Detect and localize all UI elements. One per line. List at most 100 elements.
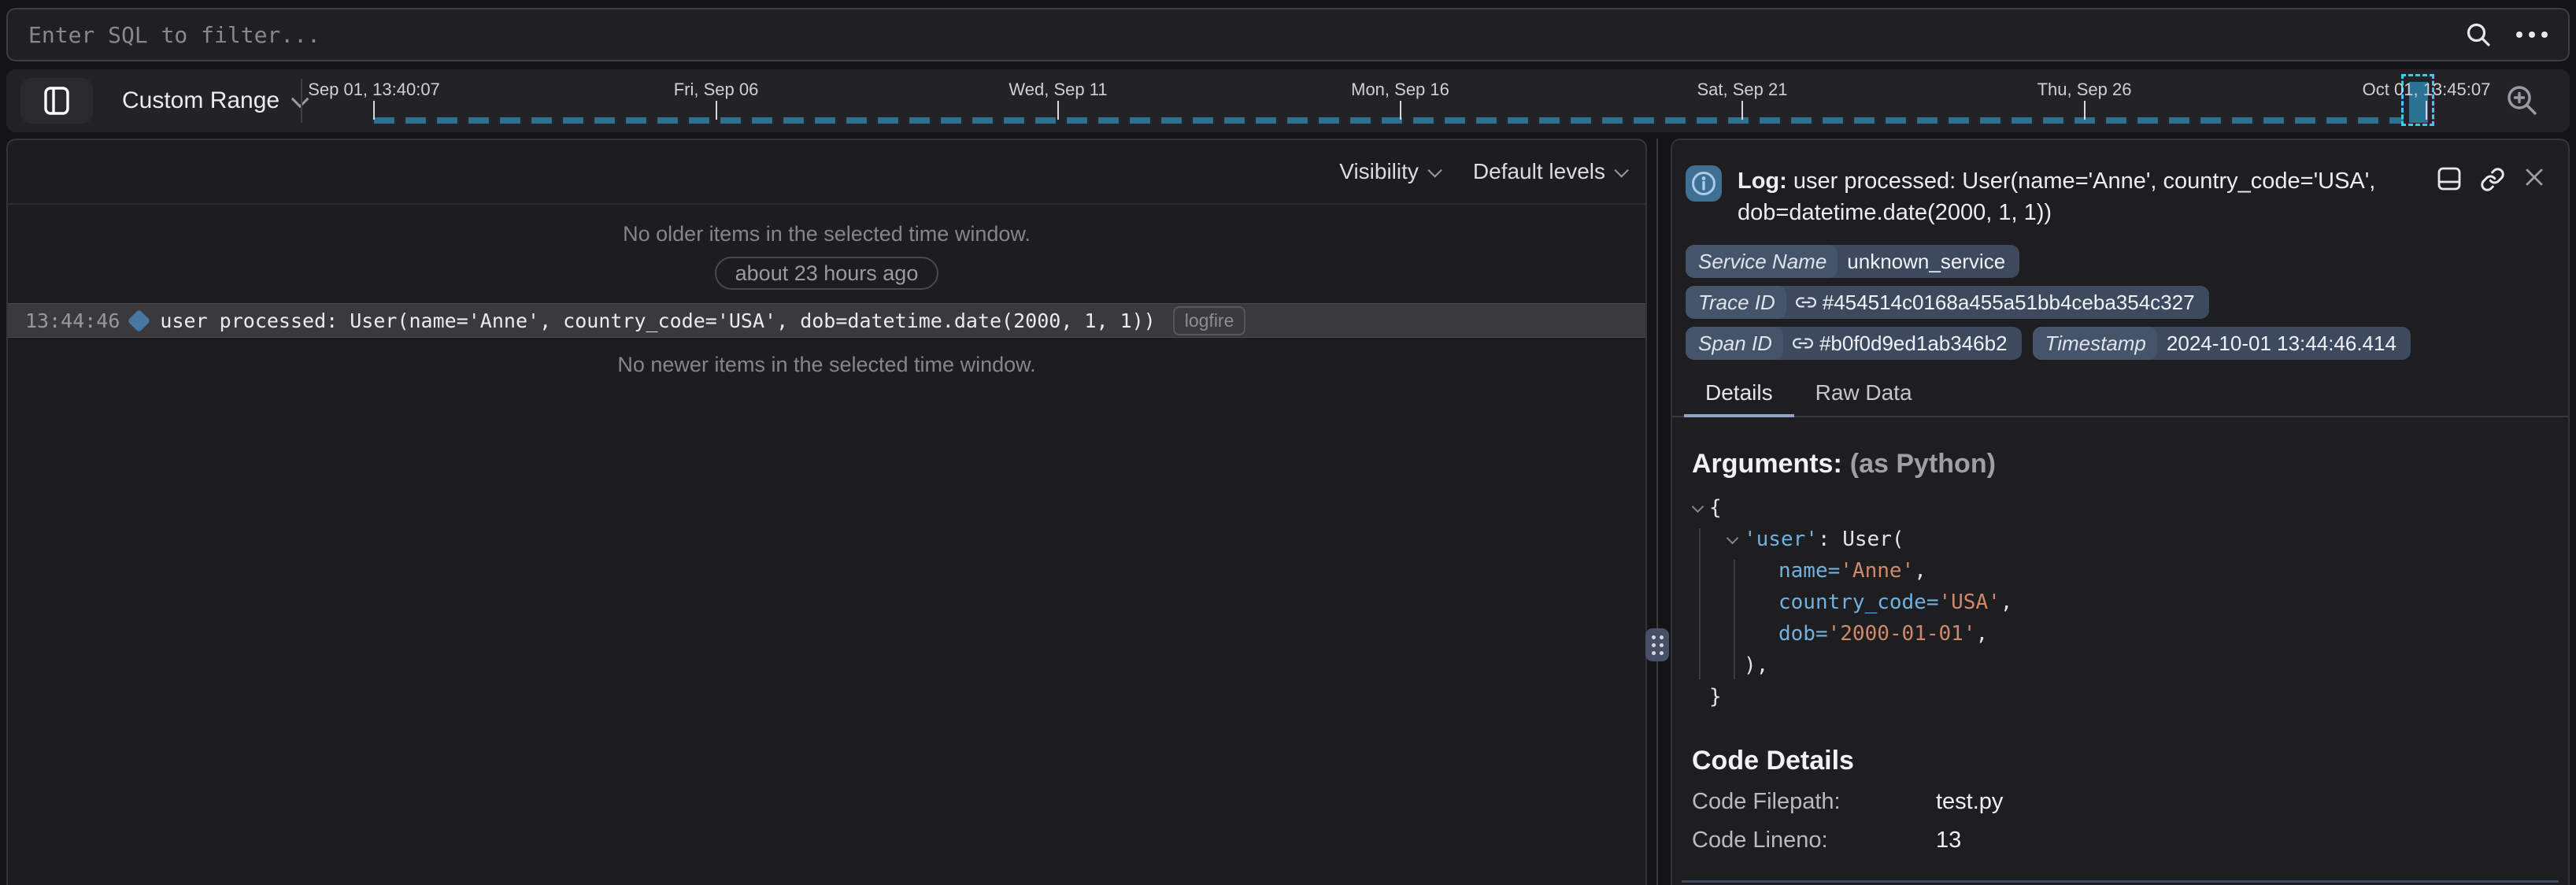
relative-time-badge: about 23 hours ago xyxy=(715,257,939,290)
metadata-badge: Timestamp 2024-10-01 13:44:46.414 xyxy=(2033,327,2411,360)
code-token: } xyxy=(1709,685,1722,709)
code-token: : User( xyxy=(1818,528,1904,551)
log-list-panel: Visibility Default levels No older items… xyxy=(6,139,1647,885)
log-level-diamond-icon xyxy=(128,309,151,332)
default-levels-dropdown[interactable]: Default levels xyxy=(1473,159,1625,184)
metadata-badge: Service Name unknown_service xyxy=(1686,245,2019,278)
code-token: 'Anne' xyxy=(1840,559,1914,583)
code-detail-row: Code Filepath:test.py xyxy=(1692,789,2545,815)
tab-raw-data[interactable]: Raw Data xyxy=(1794,373,1934,417)
search-icon[interactable] xyxy=(2464,20,2493,49)
section-divider xyxy=(1682,880,2559,883)
code-token: name= xyxy=(1778,559,1840,583)
default-levels-label: Default levels xyxy=(1473,159,1605,184)
detail-label: Code Filepath: xyxy=(1692,789,1936,815)
badge-label: Span ID xyxy=(1686,327,1783,360)
timeline-tick-label: Sep 01, 13:40:07 xyxy=(308,80,440,100)
timeline-tick-label: Thu, Sep 26 xyxy=(2037,80,2132,100)
timeline-tick-mark xyxy=(2426,101,2427,120)
split-view-icon[interactable] xyxy=(2437,167,2461,191)
arguments-heading: Arguments: (as Python) xyxy=(1692,449,2545,480)
timeline-histogram[interactable]: Sep 01, 13:40:07 Fri, Sep 06 Wed, Sep 11 Mo… xyxy=(6,69,2570,132)
panel-resize-handle[interactable] xyxy=(1645,628,1669,661)
code-token: { xyxy=(1709,496,1722,520)
code-token: , xyxy=(1975,622,1988,646)
metadata-badge[interactable]: Span ID #b0f0d9ed1ab346b2 xyxy=(1686,327,2022,360)
visibility-dropdown[interactable]: Visibility xyxy=(1339,159,1438,184)
visibility-label: Visibility xyxy=(1339,159,1419,184)
badge-value: #454514c0168a455a51bb4ceba354c327 xyxy=(1823,291,2195,315)
info-icon xyxy=(1686,165,1722,202)
chevron-down-icon xyxy=(1427,163,1442,177)
timeline-tick-label: Oct 01, 13:45:07 xyxy=(2363,80,2491,100)
log-timestamp: 13:44:46 xyxy=(25,309,120,332)
badge-value: unknown_service xyxy=(1847,250,2005,274)
code-line: country_code='USA', xyxy=(1692,587,2545,618)
timeline-tick-label: Fri, Sep 06 xyxy=(674,80,759,100)
code-detail-row: Code Lineno:13 xyxy=(1692,828,2545,854)
timeline-tick-label: Sat, Sep 21 xyxy=(1697,80,1788,100)
code-token: 'user' xyxy=(1744,528,1818,551)
arguments-heading-text: Arguments: xyxy=(1692,449,1842,479)
link-icon xyxy=(1793,333,1813,354)
collapse-chevron-icon[interactable] xyxy=(1727,532,1739,545)
timeline-tick-mark xyxy=(1400,101,1401,120)
arguments-as-python-label: (as Python) xyxy=(1850,449,1996,479)
code-line: name='Anne', xyxy=(1692,555,2545,587)
timeline-tick-mark xyxy=(1741,101,1743,120)
detail-value: test.py xyxy=(1936,789,2003,815)
sql-placeholder: Enter SQL to filter... xyxy=(28,22,2464,48)
log-message: user processed: User(name='Anne', countr… xyxy=(160,309,1155,332)
timeline-tick-mark xyxy=(2084,101,2086,120)
code-line: } xyxy=(1692,681,2545,713)
badge-label: Timestamp xyxy=(2033,327,2157,360)
detail-tabs: DetailsRaw Data xyxy=(1672,373,2568,417)
close-icon[interactable] xyxy=(2524,167,2545,187)
code-line: 'user': User( xyxy=(1692,524,2545,555)
panel-divider-line xyxy=(1656,139,1658,885)
log-tag-chip[interactable]: logfire xyxy=(1173,306,1246,335)
detail-label: Code Lineno: xyxy=(1692,828,1936,854)
code-token: ), xyxy=(1744,654,1768,677)
overflow-menu-icon[interactable] xyxy=(2516,31,2548,38)
timeline-tick-label: Mon, Sep 16 xyxy=(1351,80,1449,100)
badge-value: #b0f0d9ed1ab346b2 xyxy=(1819,331,2008,356)
detail-title: Log: user processed: User(name='Anne', c… xyxy=(1738,165,2422,228)
histogram-baseline xyxy=(374,117,2404,124)
metadata-badge[interactable]: Trace ID #454514c0168a455a51bb4ceba354c32… xyxy=(1686,286,2209,319)
log-row[interactable]: 13:44:46 user processed: User(name='Anne… xyxy=(8,303,1645,338)
detail-value: 13 xyxy=(1936,828,1961,854)
sql-filter-input[interactable]: Enter SQL to filter... xyxy=(6,8,2570,61)
badge-value: 2024-10-01 13:44:46.414 xyxy=(2167,331,2396,356)
timeline-tick-mark xyxy=(716,101,717,120)
code-token: '2000-01-01' xyxy=(1828,622,1976,646)
detail-title-prefix: Log: xyxy=(1738,168,1787,194)
arguments-code-tree: {'user': User(name='Anne',country_code='… xyxy=(1692,492,2545,713)
code-line: ), xyxy=(1692,650,2545,681)
timeline-tick-label: Wed, Sep 11 xyxy=(1009,80,1107,100)
timeline-tick-mark xyxy=(1057,101,1059,120)
code-token: 'USA' xyxy=(1939,591,2000,614)
badge-label: Service Name xyxy=(1686,245,1838,278)
badge-label: Trace ID xyxy=(1686,286,1786,319)
timeline-bar: Custom Range Sep 01, 13:40:07Fri, Sep 06… xyxy=(6,69,2570,132)
code-token: country_code= xyxy=(1778,591,1939,614)
no-newer-items-text: No newer items in the selected time wind… xyxy=(8,353,1645,377)
code-token: dob= xyxy=(1778,622,1828,646)
copy-link-icon[interactable] xyxy=(2480,167,2505,192)
code-line: dob='2000-01-01', xyxy=(1692,618,2545,650)
metadata-badges: Service Name unknown_service Trace ID #4545… xyxy=(1672,228,2568,360)
no-older-items-text: No older items in the selected time wind… xyxy=(8,222,1645,246)
detail-title-text: user processed: User(name='Anne', countr… xyxy=(1738,168,2375,225)
detail-panel: Log: user processed: User(name='Anne', c… xyxy=(1671,139,2570,885)
log-list-header: Visibility Default levels xyxy=(8,140,1645,205)
code-token: , xyxy=(2000,591,2013,614)
timeline-tick-mark xyxy=(373,101,375,120)
tab-details[interactable]: Details xyxy=(1684,373,1794,417)
code-token: , xyxy=(1914,559,1926,583)
chevron-down-icon xyxy=(1614,163,1628,177)
collapse-chevron-icon[interactable] xyxy=(1692,501,1704,513)
link-icon xyxy=(1796,292,1816,313)
code-line: { xyxy=(1692,492,2545,524)
zoom-in-icon[interactable] xyxy=(2502,80,2541,120)
